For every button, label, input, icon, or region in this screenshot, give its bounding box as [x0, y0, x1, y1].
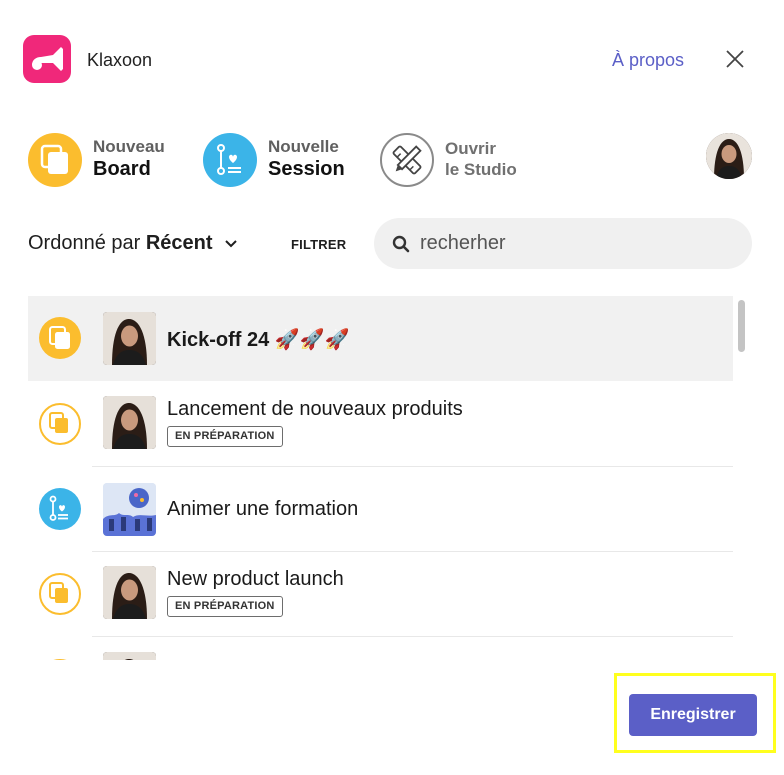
- list-item[interactable]: [28, 638, 733, 660]
- about-link[interactable]: À propos: [612, 50, 684, 71]
- item-thumbnail: [103, 652, 156, 660]
- close-icon: [726, 50, 744, 68]
- list-scrollbar[interactable]: [738, 300, 745, 352]
- studio-tools-icon: [380, 133, 434, 187]
- search-box: [374, 218, 752, 269]
- sort-prefix: Ordonné par: [28, 232, 141, 254]
- list-item[interactable]: New product launch EN PRÉPARATION: [28, 552, 733, 637]
- new-board-line2: Board: [93, 158, 151, 180]
- klaxoon-logo-icon: [23, 35, 71, 83]
- session-icon: [39, 488, 81, 530]
- board-icon: [39, 403, 81, 445]
- status-badge: EN PRÉPARATION: [167, 426, 283, 447]
- new-session-line2: Session: [268, 158, 345, 180]
- item-thumbnail: [103, 396, 156, 449]
- item-thumbnail: [103, 312, 156, 365]
- item-thumbnail: [103, 566, 156, 619]
- board-icon: [39, 573, 81, 615]
- item-title: Lancement de nouveaux produits: [167, 398, 463, 420]
- sort-dropdown[interactable]: Ordonné par Récent: [28, 232, 238, 255]
- save-button[interactable]: Enregistrer: [629, 694, 757, 736]
- status-badge: EN PRÉPARATION: [167, 596, 283, 617]
- item-title: Animer une formation: [167, 498, 359, 520]
- board-icon: [39, 659, 81, 660]
- search-input[interactable]: [420, 229, 730, 257]
- session-icon: [203, 133, 257, 187]
- new-board-line1: Nouveau: [93, 137, 165, 156]
- row-divider: [92, 636, 733, 637]
- board-icon: [28, 133, 82, 187]
- item-title: New product launch: [167, 568, 344, 590]
- items-list: Kick-off 24 🚀🚀🚀 Lancement de nouveaux pr…: [28, 296, 733, 660]
- search-icon: [392, 235, 410, 253]
- filter-button[interactable]: FILTRER: [291, 237, 346, 252]
- header: Klaxoon À propos: [0, 0, 784, 110]
- open-studio-line1: Ouvrir: [445, 139, 497, 158]
- board-icon: [39, 317, 81, 359]
- sort-value: Récent: [145, 232, 213, 254]
- chevron-down-icon: [225, 240, 237, 248]
- list-item[interactable]: Animer une formation: [28, 467, 733, 552]
- item-thumbnail: [103, 483, 156, 536]
- close-button[interactable]: [722, 46, 748, 72]
- user-avatar[interactable]: [706, 133, 752, 179]
- list-item[interactable]: Lancement de nouveaux produits EN PRÉPAR…: [28, 382, 733, 467]
- list-item[interactable]: Kick-off 24 🚀🚀🚀: [28, 296, 733, 381]
- actions-row: Nouveau Board Nouvelle Session Ouvrir le…: [0, 125, 784, 195]
- open-studio-line2: le Studio: [445, 160, 517, 179]
- app-name: Klaxoon: [87, 50, 153, 70]
- new-session-line1: Nouvelle: [268, 137, 339, 156]
- item-title: Kick-off 24 🚀🚀🚀: [167, 329, 350, 351]
